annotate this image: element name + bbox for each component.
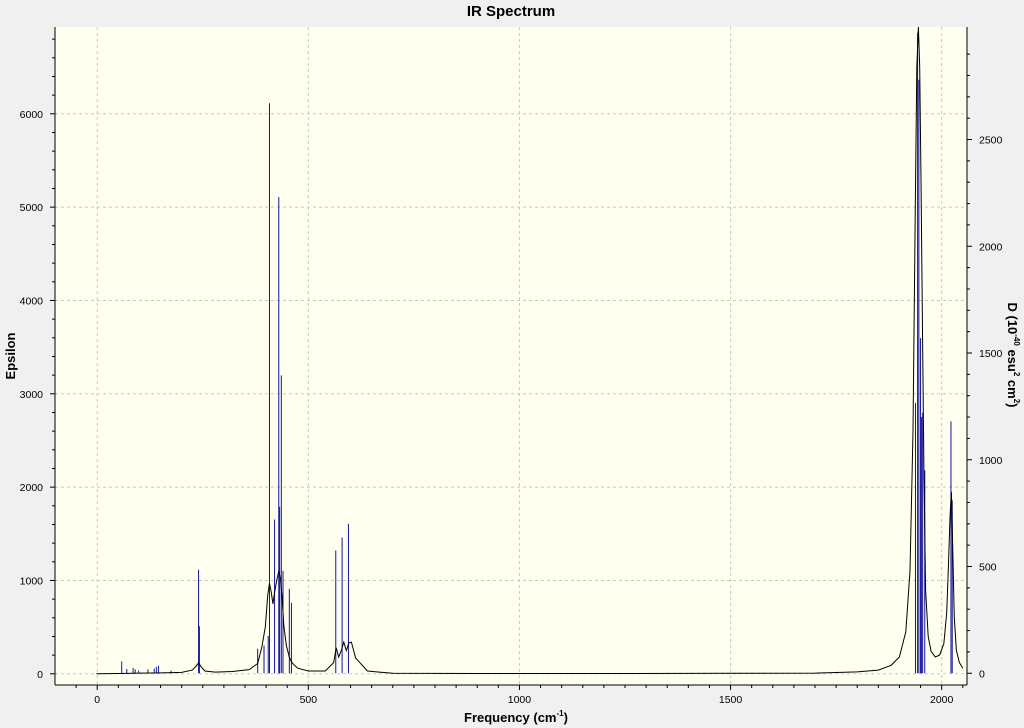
left-tick-label: 5000 bbox=[20, 202, 44, 214]
x-tick-label: 0 bbox=[94, 694, 100, 706]
x-tick-label: 500 bbox=[300, 694, 318, 706]
x-axis-label: Frequency (cm-1) bbox=[464, 709, 568, 725]
plot-background bbox=[55, 27, 967, 685]
right-tick-label: 1000 bbox=[979, 455, 1003, 467]
right-y-axis-label: D (10-40 esu2 cm2) bbox=[1005, 302, 1021, 407]
left-y-axis-label: Epsilon bbox=[3, 332, 18, 379]
right-tick-label: 0 bbox=[979, 668, 985, 680]
x-tick-label: 1500 bbox=[719, 694, 743, 706]
chart-title: IR Spectrum bbox=[467, 3, 555, 20]
right-tick-label: 500 bbox=[979, 562, 997, 574]
left-tick-label: 4000 bbox=[20, 295, 44, 307]
left-tick-label: 3000 bbox=[20, 389, 44, 401]
left-tick-label: 6000 bbox=[20, 109, 44, 121]
x-tick-label: 2000 bbox=[930, 694, 954, 706]
left-tick-label: 1000 bbox=[20, 575, 44, 587]
left-tick-label: 0 bbox=[37, 669, 43, 681]
x-tick-label: 1000 bbox=[508, 694, 532, 706]
right-tick-label: 1500 bbox=[979, 348, 1003, 360]
right-tick-label: 2500 bbox=[979, 135, 1003, 147]
left-tick-label: 2000 bbox=[20, 482, 44, 494]
right-tick-label: 2000 bbox=[979, 241, 1003, 253]
ir-spectrum-chart: 0 500 1000 1500 2000010002000300040005000600… bbox=[3, 3, 1021, 725]
